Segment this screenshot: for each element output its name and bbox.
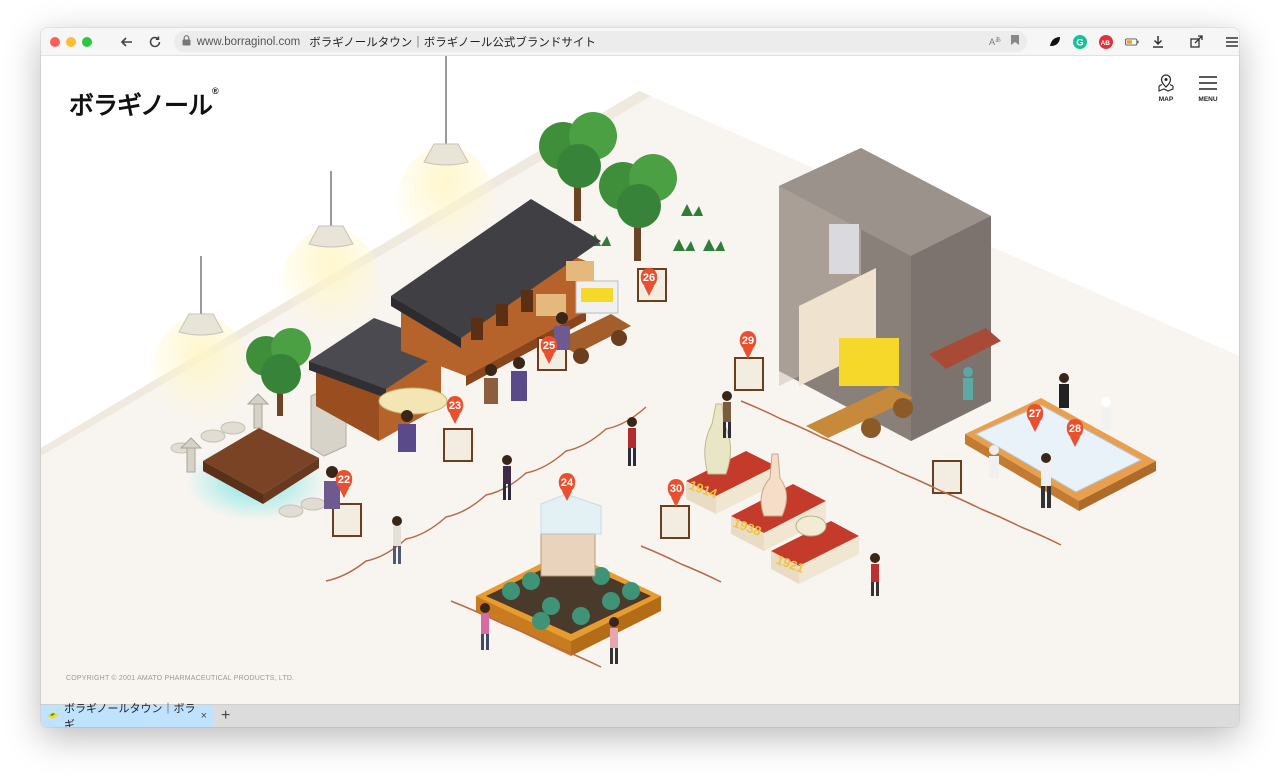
tab-bar: ボラギノールタウン｜ボラギ × + xyxy=(41,703,1239,727)
hamburger-icon xyxy=(1198,74,1218,94)
window-controls xyxy=(50,36,92,47)
registered-mark: ® xyxy=(212,86,219,96)
leaf-extension-icon[interactable] xyxy=(1047,35,1061,49)
download-icon[interactable] xyxy=(1151,35,1165,49)
close-window-button[interactable] xyxy=(50,36,60,47)
tab-title: ボラギノールタウン｜ボラギ xyxy=(64,703,196,727)
url-page-title: ボラギノールタウン｜ボラギノール公式ブランドサイト xyxy=(309,36,596,49)
town-illustration: 1914 1938 1921 22 23 24 25 26 27 28 29 3… xyxy=(41,56,1239,704)
pin-label-30: 30 xyxy=(670,483,682,495)
pin-label-25: 25 xyxy=(543,340,555,352)
menu-button[interactable]: MENU xyxy=(1198,74,1218,103)
hanging-lamp xyxy=(151,256,251,436)
pin-label-26: 26 xyxy=(643,272,655,284)
svg-text:あ: あ xyxy=(995,37,1001,44)
pin-label-23: 23 xyxy=(449,400,461,412)
reload-icon[interactable] xyxy=(146,33,164,51)
map-label: MAP xyxy=(1158,96,1174,103)
menu-label: MENU xyxy=(1198,96,1218,103)
browser-window: www.borraginol.com ボラギノールタウン｜ボラギノール公式ブラン… xyxy=(41,28,1239,727)
copyright-text: COPYRIGHT © 2001 AMATO PHARMACEUTICAL PR… xyxy=(66,675,295,682)
pin-label-22: 22 xyxy=(338,474,350,486)
pin-label-24: 24 xyxy=(561,477,574,489)
bookmark-icon[interactable] xyxy=(1011,35,1019,48)
grammarly-icon[interactable]: G xyxy=(1073,34,1087,49)
new-tab-button[interactable]: + xyxy=(221,707,230,725)
pin-label-28: 28 xyxy=(1069,423,1081,435)
share-icon[interactable] xyxy=(1189,35,1203,49)
minimize-window-button[interactable] xyxy=(66,36,76,47)
site-logo[interactable]: ボラギノール® xyxy=(69,86,219,122)
lock-icon xyxy=(182,34,191,49)
pin-label-29: 29 xyxy=(742,335,754,347)
map-button[interactable]: MAP xyxy=(1157,74,1175,103)
page-content: 1914 1938 1921 22 23 24 25 26 27 28 29 3… xyxy=(41,56,1239,704)
svg-text:AB: AB xyxy=(1101,39,1111,46)
svg-text:G: G xyxy=(1076,37,1083,48)
zoom-window-button[interactable] xyxy=(82,36,92,47)
tab-close-icon[interactable]: × xyxy=(201,710,207,722)
extensions-bar: G AB xyxy=(1047,34,1239,49)
url-host: www.borraginol.com xyxy=(196,35,301,48)
browser-menu-icon[interactable] xyxy=(1225,35,1239,49)
translate-icon[interactable]: Aあ xyxy=(989,35,1001,49)
hanging-lamp xyxy=(281,171,381,348)
active-tab[interactable]: ボラギノールタウン｜ボラギ × xyxy=(41,703,213,727)
logo-text: ボラギノール xyxy=(69,92,213,120)
pin-label-27: 27 xyxy=(1029,408,1041,420)
adblock-icon[interactable]: AB xyxy=(1099,34,1113,49)
map-pin-icon xyxy=(1157,74,1175,94)
site-favicon-icon xyxy=(47,710,59,723)
battery-icon[interactable] xyxy=(1125,35,1139,49)
address-bar[interactable]: www.borraginol.com ボラギノールタウン｜ボラギノール公式ブラン… xyxy=(173,31,1027,52)
back-arrow-icon[interactable] xyxy=(118,33,136,51)
browser-toolbar: www.borraginol.com ボラギノールタウン｜ボラギノール公式ブラン… xyxy=(41,28,1239,56)
